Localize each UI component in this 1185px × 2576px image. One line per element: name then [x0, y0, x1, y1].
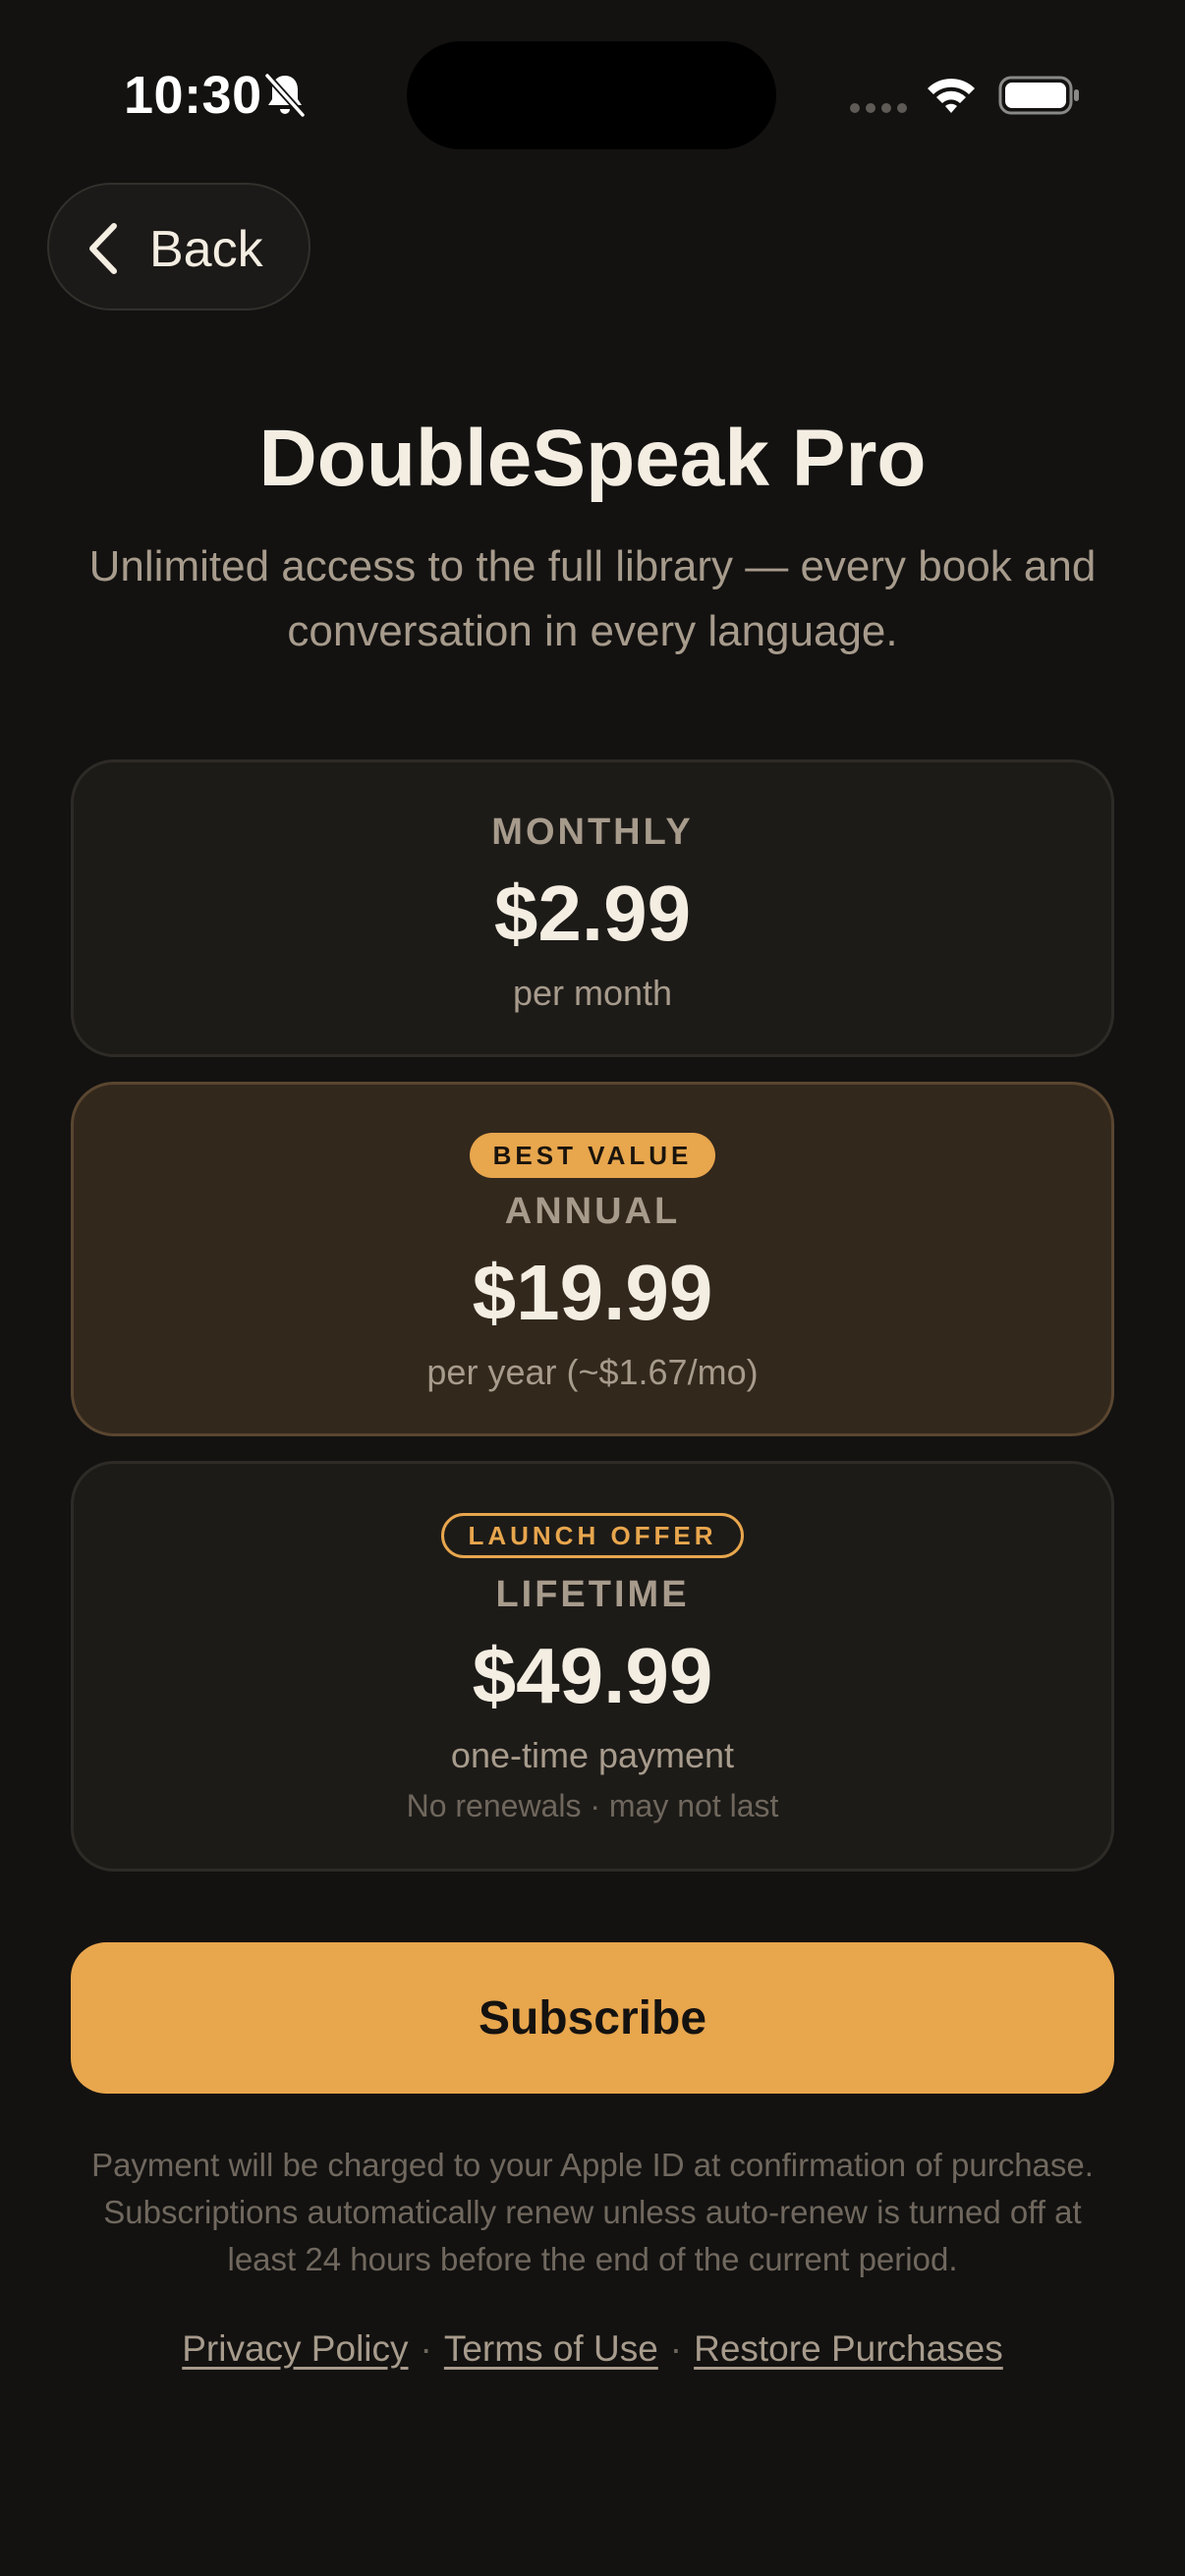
- link-separator: ·: [669, 2328, 683, 2369]
- chevron-left-icon: [89, 223, 117, 274]
- dynamic-island: [407, 41, 776, 149]
- plan-card-monthly[interactable]: MONTHLY $2.99 per month: [71, 759, 1114, 1057]
- status-time: 10:30: [124, 66, 262, 125]
- plan-card-lifetime[interactable]: LAUNCH OFFER LIFETIME $49.99 one-time pa…: [71, 1461, 1114, 1872]
- page-subtitle: Unlimited access to the full library — e…: [88, 542, 1097, 655]
- plan-card-annual[interactable]: BEST VALUE ANNUAL $19.99 per year (~$1.6…: [71, 1082, 1114, 1436]
- privacy-policy-link[interactable]: Privacy Policy: [182, 2328, 408, 2369]
- restore-purchases-link[interactable]: Restore Purchases: [694, 2328, 1003, 2369]
- link-separator: ·: [420, 2328, 432, 2369]
- back-button[interactable]: Back: [47, 183, 310, 310]
- plan-name: LIFETIME: [495, 1574, 690, 1615]
- subscribe-button[interactable]: Subscribe: [71, 1942, 1114, 2094]
- legal-text: Payment will be charged to your Apple ID…: [91, 2147, 1094, 2277]
- plan-price: $19.99: [472, 1249, 713, 1336]
- plan-period: per year (~$1.67/mo): [426, 1352, 759, 1392]
- cellular-signal-icon: [850, 103, 907, 113]
- plan-period: per month: [512, 973, 673, 1013]
- badge-container: LAUNCH OFFER: [74, 1513, 1111, 1558]
- back-label: Back: [149, 221, 263, 278]
- plan-name: MONTHLY: [491, 812, 694, 853]
- launch-offer-badge: LAUNCH OFFER: [441, 1513, 744, 1558]
- plan-price: $2.99: [493, 869, 692, 957]
- page-title: DoubleSpeak Pro: [258, 414, 927, 503]
- badge-container: BEST VALUE: [74, 1133, 1111, 1178]
- plan-period: one-time payment: [450, 1735, 735, 1775]
- status-bar: 10:30: [0, 0, 1185, 196]
- plan-price: $49.99: [472, 1632, 713, 1719]
- best-value-badge: BEST VALUE: [469, 1133, 716, 1178]
- wifi-icon: [928, 79, 975, 113]
- plan-note: No renewals · may not last: [406, 1788, 779, 1823]
- battery-icon: [998, 76, 1079, 115]
- bell-slash-icon: [264, 73, 306, 118]
- footer-links: Privacy Policy · Terms of Use · Restore Purc…: [0, 2328, 1185, 2370]
- terms-of-use-link[interactable]: Terms of Use: [444, 2328, 658, 2369]
- plan-name: ANNUAL: [504, 1191, 681, 1232]
